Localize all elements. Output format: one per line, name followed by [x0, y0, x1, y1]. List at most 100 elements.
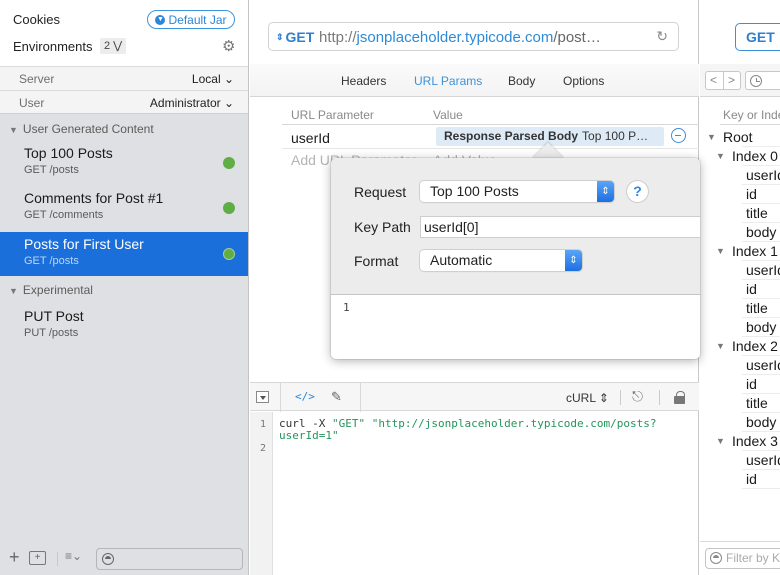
tree-row[interactable]: userId [700, 356, 780, 375]
tab-body[interactable]: Body [508, 74, 535, 88]
add-group-icon[interactable]: + [29, 551, 46, 565]
method-label: GET [285, 29, 315, 45]
param-name-field[interactable]: userId [291, 130, 330, 146]
url-input[interactable]: http://jsonplaceholder.typicode.com/post… [319, 29, 601, 46]
tree-row[interactable]: id [700, 470, 780, 489]
tree-row[interactable]: title [700, 394, 780, 413]
request-method-path: GET /comments [24, 209, 104, 221]
disclosure-triangle-icon[interactable]: ▼ [716, 151, 725, 161]
group-user-generated-content[interactable]: ▼ User Generated Content [0, 118, 248, 140]
disclosure-triangle-icon: ▼ [9, 125, 18, 135]
tree-key: userId [746, 262, 780, 278]
history-button[interactable] [745, 71, 780, 90]
add-request-icon[interactable]: + [9, 547, 20, 568]
disclosure-triangle-icon[interactable]: ▼ [707, 132, 716, 142]
request-method-path: GET /posts [24, 164, 79, 176]
env-var-user[interactable]: User Administrator ⌄ [0, 90, 248, 114]
url-path: /post… [553, 29, 601, 46]
cookie-jar-button[interactable]: ▼ Default Jar [147, 10, 235, 29]
reload-icon[interactable]: ↻ [656, 28, 668, 45]
sort-options-icon[interactable]: ≡⌄ [65, 549, 82, 563]
param-value-token[interactable]: Response Parsed Body Top 100 P… [436, 127, 664, 146]
environments-label: Environments [13, 39, 93, 54]
lock-icon[interactable] [674, 391, 685, 404]
divider [720, 124, 780, 125]
request-name: Comments for Post #1 [24, 190, 164, 206]
sidebar-footer: + + ≡⌄ [0, 545, 248, 575]
tree-row[interactable]: ▼ Root [700, 128, 780, 147]
tree-key: id [746, 281, 757, 297]
chevron-down-icon: ▼ [155, 14, 166, 25]
tree-row[interactable]: ▼ Index 2 [700, 337, 780, 356]
line-number-gutter: 1 2 [250, 412, 273, 575]
group-experimental[interactable]: ▼ Experimental [0, 279, 248, 301]
keypath-input[interactable]: userId[0] [420, 216, 700, 238]
history-nav: < > [705, 71, 741, 90]
tree-row[interactable]: id [700, 280, 780, 299]
method-selector[interactable]: ⇕ GET [276, 29, 314, 45]
keypath-label: Key Path [354, 219, 411, 235]
popover-arrow-mask [530, 158, 566, 170]
share-icon[interactable]: ⎋ [632, 388, 643, 405]
tree-row[interactable]: ▼ Index 0 [700, 147, 780, 166]
tree-row[interactable]: userId [700, 166, 780, 185]
collapse-icon[interactable] [256, 391, 269, 403]
response-filter-input[interactable]: Filter by Key [705, 548, 780, 569]
generated-code[interactable]: curl -X "GET" "http://jsonplaceholder.ty… [279, 418, 699, 442]
tree-row[interactable]: ▼ Index 1 [700, 242, 780, 261]
divider [700, 541, 780, 542]
sidebar-header: Cookies ▼ Default Jar Environments 2 ⋁ ⚙ [0, 0, 248, 66]
tab-options[interactable]: Options [563, 74, 604, 88]
code-format-label: cURL [566, 391, 596, 405]
request-item-top-100-posts[interactable]: Top 100 Posts GET /posts [0, 141, 248, 185]
tree-row[interactable]: body [700, 223, 780, 242]
disclosure-triangle-icon[interactable]: ▼ [716, 341, 725, 351]
disclosure-triangle-icon[interactable]: ▼ [716, 246, 725, 256]
popover-result-preview: 1 [331, 294, 700, 359]
gear-icon[interactable]: ⚙ [222, 37, 235, 55]
tree-row[interactable]: userId [700, 261, 780, 280]
format-select[interactable]: Automatic ⇕ [420, 250, 582, 271]
sidebar-filter-input[interactable] [96, 548, 243, 570]
back-icon[interactable]: < [710, 72, 717, 89]
env-var-server[interactable]: Server Local ⌄ [0, 66, 248, 90]
help-icon[interactable]: ? [627, 181, 648, 202]
tree-key: Index 3 [732, 433, 778, 449]
tree-row[interactable]: body [700, 413, 780, 432]
remove-param-icon[interactable] [671, 128, 686, 143]
request-item-comments-for-post-1[interactable]: Comments for Post #1 GET /comments [0, 186, 248, 230]
env-var-key: Server [19, 72, 55, 86]
request-item-posts-for-first-user[interactable]: Posts for First User GET /posts [0, 232, 248, 276]
dynamic-value-ref: Top 100 P… [582, 129, 649, 143]
tree-row[interactable]: title [700, 204, 780, 223]
url-bar[interactable]: ⇕ GET http://jsonplaceholder.typicode.com… [268, 22, 679, 51]
tree-key: id [746, 186, 757, 202]
tree-row[interactable]: userId [700, 451, 780, 470]
request-select[interactable]: Top 100 Posts ⇕ [420, 181, 614, 202]
dynamic-value-type: Response Parsed Body [444, 129, 579, 143]
response-toolbar: < > [700, 64, 780, 97]
tree-row[interactable]: body [700, 318, 780, 337]
env-var-value: Local ⌄ [191, 72, 234, 86]
disclosure-triangle-icon[interactable]: ▼ [716, 436, 725, 446]
request-item-put-post[interactable]: PUT Post PUT /posts [0, 304, 248, 348]
tree-row[interactable]: id [700, 185, 780, 204]
code-string: "http://jsonplaceholder.typicode.com/pos… [371, 417, 657, 430]
tree-row[interactable]: id [700, 375, 780, 394]
group-label: User Generated Content [22, 122, 154, 136]
tab-url-params[interactable]: URL Params [414, 74, 482, 88]
pencil-icon[interactable]: ✎ [331, 389, 342, 405]
divider [360, 383, 361, 412]
tab-headers[interactable]: Headers [341, 74, 386, 88]
code-icon[interactable]: </> [295, 390, 315, 403]
forward-icon[interactable]: > [728, 72, 735, 89]
group-label: Experimental [22, 283, 93, 297]
tree-row[interactable]: ▼ Index 3 [700, 432, 780, 451]
line-number: 2 [260, 443, 267, 454]
response-method-badge[interactable]: GET [735, 23, 780, 51]
code-format-selector[interactable]: cURL ⇕ [566, 391, 609, 405]
format-select-value: Automatic [430, 252, 493, 268]
tree-key: title [746, 205, 768, 221]
environments-count-button[interactable]: 2 ⋁ [100, 38, 127, 54]
tree-row[interactable]: title [700, 299, 780, 318]
